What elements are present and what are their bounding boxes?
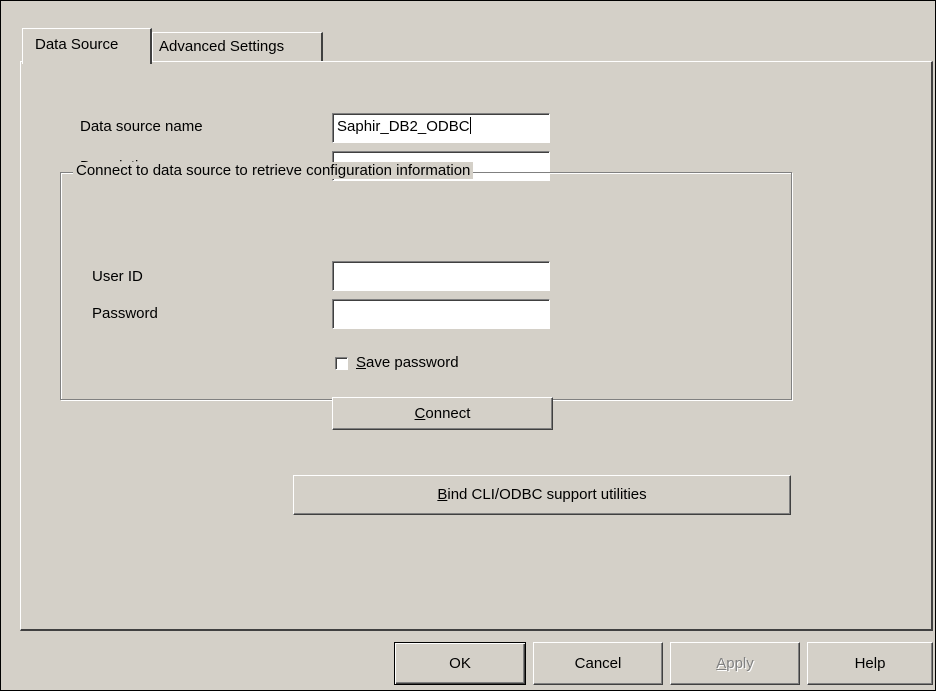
tab-advanced-settings-label: Advanced Settings xyxy=(159,38,285,55)
tab-panel-data-source xyxy=(20,61,933,631)
ok-button[interactable]: OK xyxy=(394,642,526,685)
apply-button-label: Apply xyxy=(716,655,754,672)
cancel-button[interactable]: Cancel xyxy=(533,642,663,685)
apply-mnemonic: A xyxy=(716,655,727,672)
help-button[interactable]: Help xyxy=(807,642,933,685)
tab-advanced-settings[interactable]: Advanced Settings xyxy=(152,32,323,62)
apply-button[interactable]: Apply xyxy=(670,642,800,685)
tab-data-source-label: Data Source xyxy=(35,36,119,53)
apply-label-rest: pply xyxy=(726,655,754,672)
cancel-button-label: Cancel xyxy=(574,655,622,672)
help-button-label: Help xyxy=(854,655,886,672)
ok-button-label: OK xyxy=(449,655,471,672)
odbc-setup-dialog: Data Source Advanced Settings Data sourc… xyxy=(0,0,936,691)
tab-data-source[interactable]: Data Source xyxy=(22,28,152,64)
